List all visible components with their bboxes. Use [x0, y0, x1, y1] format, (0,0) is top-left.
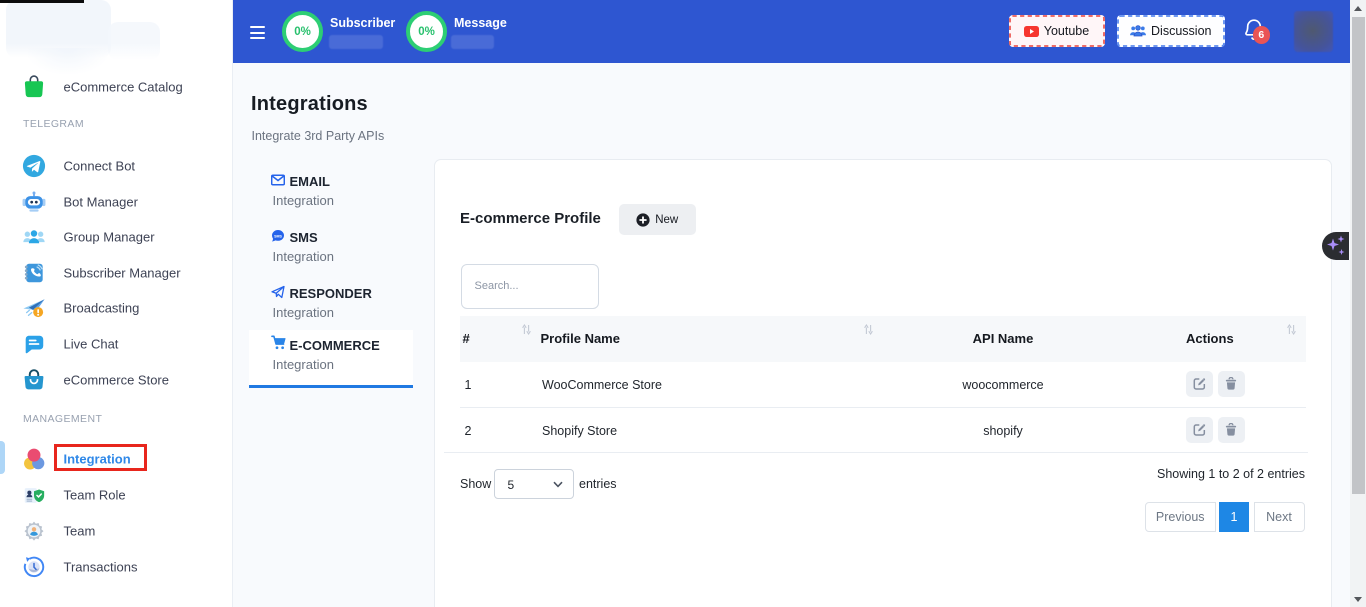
svg-text:SMS: SMS: [274, 234, 282, 238]
